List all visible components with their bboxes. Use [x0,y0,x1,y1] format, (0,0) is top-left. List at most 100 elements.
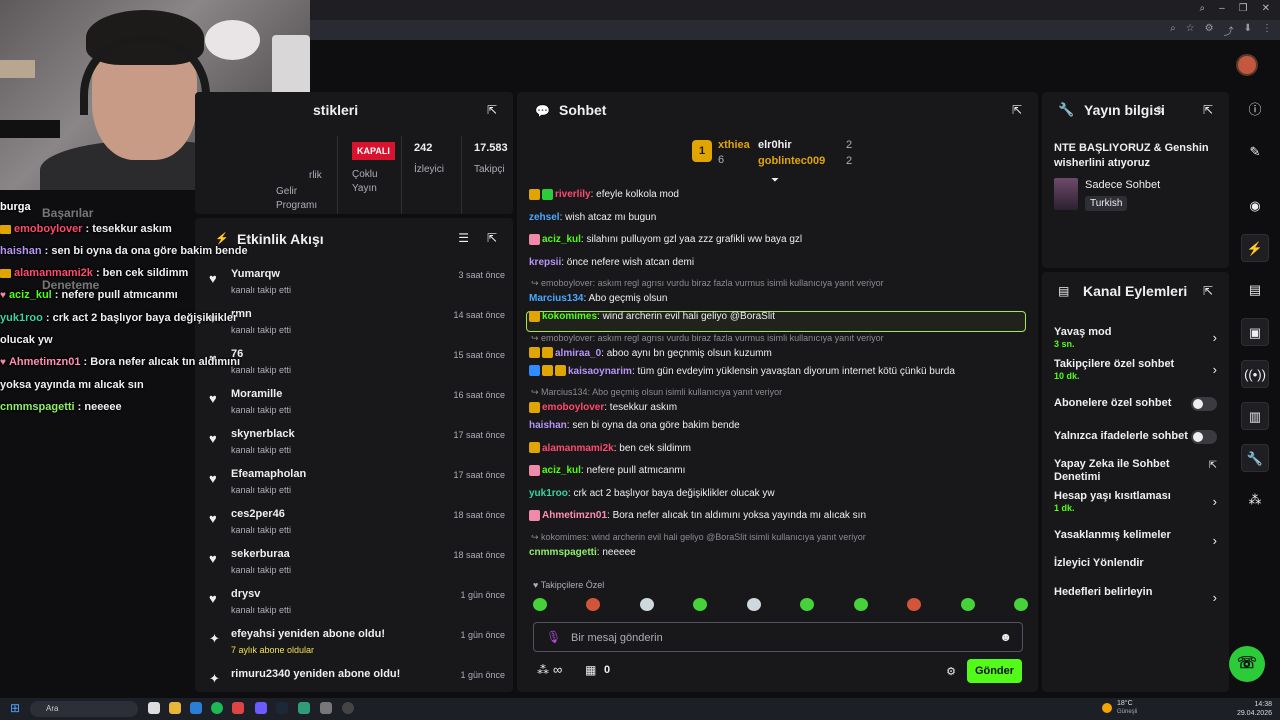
chat-message[interactable]: Ahmetimzn01: Bora nefer alıcak tın aldım… [529,509,1029,523]
mic-icon[interactable]: 🎙 [546,630,561,644]
info-icon[interactable]: ⓘ [1241,96,1269,124]
windows-start-icon[interactable]: ⊞ [10,701,20,715]
reply-context[interactable]: ↪ emoboylover: askım regl agrısı vurdu b… [531,278,884,289]
toggle-switch[interactable] [1191,430,1217,444]
activity-row[interactable]: ♥ skynerblack kanalı takip etti 17 saat önc… [207,426,507,466]
emote-icon[interactable] [693,598,708,611]
search-icon[interactable]: ⌕ [1199,3,1205,14]
popout-icon[interactable]: ⇱ [1012,103,1022,117]
chat-username[interactable]: almiraa_0 [555,348,601,359]
chat-message[interactable]: aciz_kul: silahını pulluyom gzl yaa zzz … [529,233,1029,247]
app-icon[interactable] [298,702,310,714]
category-thumbnail[interactable] [1054,178,1078,210]
discord-icon[interactable] [255,702,267,714]
bookmark-icon[interactable]: ☆ [1186,23,1195,38]
activity-row[interactable]: ♥ sekerburaa kanalı takip etti 18 saat önce [207,546,507,586]
channel-action-item[interactable]: Takipçilere özel sohbet 10 dk. › [1054,358,1219,381]
channel-action-item[interactable]: Hesap yaşı kısıtlaması 1 dk. › [1054,490,1219,513]
chat-icon[interactable]: ▣ [1241,318,1269,346]
chat-username[interactable]: kaisaoynarim [568,366,632,377]
filter-icon[interactable]: ☰ [458,231,469,245]
channel-action-item[interactable]: Yapay Zeka ile Sohbet Denetimi ⇱ [1054,458,1219,484]
bolt-icon[interactable]: ⚡ [1241,234,1269,262]
chat-message[interactable]: kokomimes: wind archerin evil hali geliy… [529,310,1029,324]
explorer-icon[interactable] [169,702,181,714]
download-icon[interactable]: ⬇ [1244,23,1252,38]
chat-message[interactable]: cnmmspagetti: neeeee [529,546,1029,560]
capture-icon[interactable]: ◉ [1241,192,1269,220]
channel-action-item[interactable]: Yasaklanmış kelimeler › [1054,529,1219,548]
chat-message[interactable]: almiraa_0: aboo aynı bn geçnmiş olsun ku… [529,347,1029,361]
chat-username[interactable]: aciz_kul [542,234,581,245]
broadcast-icon[interactable]: ((•)) [1241,360,1269,388]
chat-username[interactable]: haishan [529,420,567,431]
chat-message[interactable]: kaisaoynarim: tüm gün evdeyim yüklensin … [529,365,1029,379]
popout-icon[interactable]: ⇱ [1203,103,1213,117]
address-bar[interactable]: ⌕ ☆ ⚙ ⤴ ⬇ ⋮ [310,20,1280,40]
opera-icon[interactable] [232,702,244,714]
popout-icon[interactable]: ⇱ [487,231,497,245]
reply-context[interactable]: ↪ kokomimes: wind archerin evil hali gel… [531,532,866,543]
store-icon[interactable] [190,702,202,714]
chat-message[interactable]: haishan: sen bi oyna da ona göre bakim b… [529,419,1029,433]
spotify-icon[interactable] [211,702,223,714]
chat-message[interactable]: krepsii: önce nefere wish atcan demi [529,256,1029,270]
emote-icon[interactable] [800,598,815,611]
chat-input[interactable]: 🎙 Bir mesaj gönderin ☻ [533,622,1023,652]
chat-username[interactable]: Marcius134 [529,293,583,304]
steam-icon[interactable] [276,702,288,714]
emote-icon[interactable] [853,598,868,611]
toggle-switch[interactable] [1191,397,1217,411]
clock[interactable]: 14:38 29.04.2026 [1237,700,1272,718]
close-button[interactable]: ✕ [1262,3,1270,14]
chat-username[interactable]: Ahmetimzn01 [542,510,607,521]
leader-2-name[interactable]: elr0hir [758,139,792,151]
channel-action-item[interactable]: Yalnızca ifadelerle sohbet [1054,430,1219,444]
reply-context[interactable]: ↪ Marcius134: Abo geçmiş olsun isimli ku… [531,387,782,398]
extensions-icon[interactable]: ⚙ [1205,23,1214,38]
emote-icon[interactable] [746,598,761,611]
activity-row[interactable]: ♥ ces2per46 kanalı takip etti 18 saat önce [207,506,507,546]
chat-username[interactable]: zehsel [529,212,560,223]
collapse-icon[interactable]: ⏷ [771,175,779,186]
emote-icon[interactable] [639,598,654,611]
activity-row[interactable]: ♥ drysv kanalı takip etti 1 gün önce [207,586,507,626]
zoom-icon[interactable]: ⌕ [1170,23,1176,38]
taskbar-search[interactable]: Ara [30,701,138,717]
emote-icon[interactable] [586,598,601,611]
chat-message[interactable]: yuk1roo: crk act 2 başlıyor baya değişik… [529,487,1029,501]
category-name[interactable]: Sadece Sohbet [1085,179,1160,191]
leader-3-name[interactable]: goblintec009 [758,155,825,167]
activity-row[interactable]: ♥ Efeamapholan kanalı takip etti 17 saat ön… [207,466,507,506]
channel-action-item[interactable]: Yavaş mod 3 sn. › [1054,326,1219,349]
chat-message[interactable]: aciz_kul: nefere puıll atmıcanmı [529,464,1029,478]
settings-icon[interactable]: ⚙ [946,665,956,678]
notes-icon[interactable]: ▤ [1241,276,1269,304]
help-button[interactable]: ☏ [1229,646,1265,682]
emote-icon[interactable] [533,598,547,611]
chat-message[interactable]: zehsel: wish atcaz mı bugun [529,211,1029,225]
edit-icon[interactable]: ✎ [1156,104,1165,117]
user-avatar[interactable] [1236,54,1258,76]
reply-context[interactable]: ↪ emoboylover: askım regl agrısı vurdu b… [531,333,884,344]
popout-icon[interactable]: ⇱ [487,103,497,117]
chat-username[interactable]: krepsii [529,257,561,268]
menu-icon[interactable]: ⋮ [1262,23,1272,38]
share-icon[interactable]: ⤴ [1224,23,1234,38]
chat-username[interactable]: yuk1roo [529,488,568,499]
minimize-button[interactable]: – [1219,3,1225,14]
chat-username[interactable]: kokomimes [542,311,597,322]
send-button[interactable]: Gönder [967,659,1022,683]
emoji-icon[interactable]: ☻ [999,630,1012,644]
emote-icon[interactable] [907,598,922,611]
channel-action-item[interactable]: İzleyici Yönlendir [1054,557,1219,570]
chat-message[interactable]: alamanmami2k: ben cek sildimm [529,442,1029,456]
activity-row[interactable]: ✦ efeyahsi yeniden abone oldu! 7 aylık abo… [207,626,507,666]
chat-username[interactable]: aciz_kul [542,465,581,476]
chat-message[interactable]: Marcius134: Abo geçmiş olsun [529,292,1029,306]
chat-username[interactable]: cnmmspagetti [529,547,597,558]
wrench-icon[interactable]: 🔧 [1241,444,1269,472]
chat-message[interactable]: emoboylover: tesekkur askım [529,401,1029,415]
chat-username[interactable]: emoboylover [542,402,604,413]
points-icon[interactable]: ⁂ [537,663,549,677]
